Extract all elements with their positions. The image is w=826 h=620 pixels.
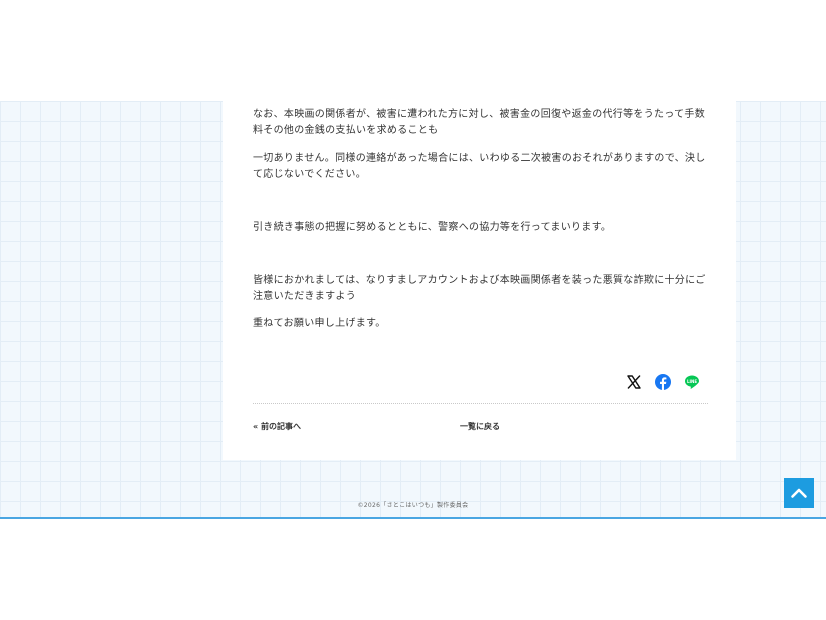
copyright: ©2026「さとこはいつも」製作委員会 [357,502,469,509]
article-paragraph: 一切ありません。同様の連絡があった場合には、いわゆる二次被害のおそれがありますの… [253,153,706,180]
facebook-icon [655,374,671,390]
share-x-button[interactable] [626,374,642,390]
article-paragraph: 皆様におかれましては、なりすましアカウントおよび本映画関係者を装った悪質な詐欺に… [253,275,706,302]
x-logo-icon [627,375,641,389]
line-icon: LINE [685,375,699,389]
prev-article-link[interactable]: « 前の記事へ [253,421,301,432]
article-paragraph: なお、本映画の関係者が、被害に遭われた方に対し、被害金の回復や返金の代行等をうた… [253,109,705,136]
article-paragraph: 引き続き事態の把握に努めるとともに、警察への協力等を行ってまいります。 [253,222,612,233]
share-line-button[interactable]: LINE [684,374,700,390]
article-card: なお、本映画の関係者が、被害に遭われた方に対し、被害金の回復や返金の代行等をうた… [223,101,736,460]
article-paragraph: 重ねてお願い申し上げます。 [253,318,386,329]
chevron-up-icon [791,488,807,498]
back-to-list-link[interactable]: 一覧に戻る [460,421,500,432]
section-divider [253,403,708,404]
scroll-to-top-button[interactable] [784,478,814,508]
prev-article-label: 前の記事へ [260,422,301,431]
share-facebook-button[interactable] [655,374,671,390]
double-chevron-left-icon: « [253,422,259,431]
line-icon-label: LINE [687,379,697,384]
